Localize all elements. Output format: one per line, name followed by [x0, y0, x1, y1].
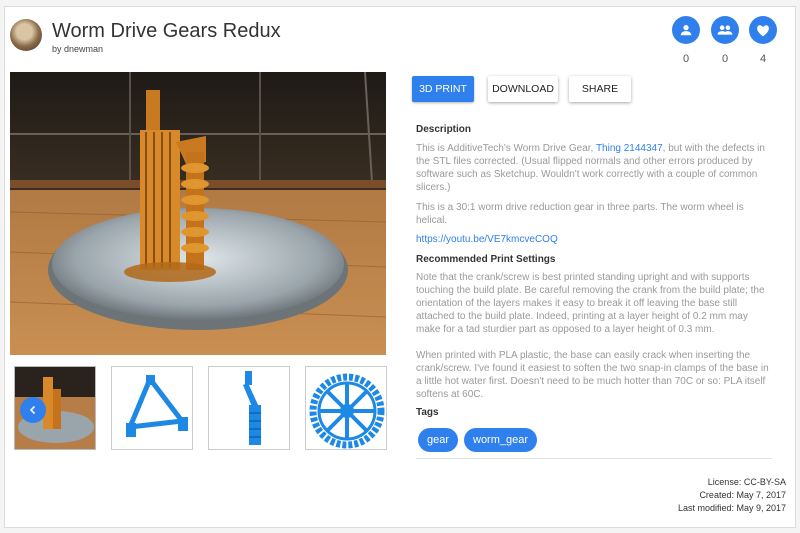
- heart-icon[interactable]: [749, 16, 777, 44]
- thing-link[interactable]: Thing 2144347: [596, 143, 663, 154]
- social-group: 0: [710, 16, 740, 65]
- like-count: 4: [759, 53, 767, 65]
- main-photo[interactable]: [10, 72, 386, 355]
- download-button[interactable]: DOWNLOAD: [488, 76, 558, 102]
- avatar[interactable]: [10, 19, 42, 51]
- thumbnail-base-model[interactable]: [111, 366, 193, 450]
- divider: [416, 458, 772, 459]
- print-settings-paragraph-2: When printed with PLA plastic, the base …: [416, 350, 769, 400]
- modified-date: Last modified: May 9, 2017: [677, 503, 786, 513]
- previous-image-button[interactable]: [20, 397, 46, 423]
- group-icon[interactable]: [711, 16, 739, 44]
- description-paragraph-1: This is AdditiveTech's Worm Drive Gear, …: [416, 142, 772, 194]
- author-byline[interactable]: by dnewman: [52, 44, 103, 54]
- 3d-print-button[interactable]: 3D PRINT: [412, 76, 474, 102]
- print-settings-paragraph-1: Note that the crank/screw is best printe…: [416, 272, 765, 335]
- tags-heading: Tags: [416, 407, 439, 418]
- person-count: 0: [682, 53, 690, 65]
- thumbnail-wheel-model[interactable]: [305, 366, 387, 450]
- thumbnail-crank-model[interactable]: [208, 366, 290, 450]
- license-text: License: CC-BY-SA: [707, 477, 786, 487]
- video-link[interactable]: https://youtu.be/VE7kmcveCOQ: [416, 233, 772, 246]
- social-person: 0: [671, 16, 701, 65]
- description-heading: Description: [416, 124, 472, 135]
- description-paragraph-2: This is a 30:1 worm drive reduction gear…: [416, 202, 744, 226]
- tag-gear[interactable]: gear: [418, 428, 459, 452]
- chevron-left-icon: [29, 405, 36, 415]
- created-date: Created: May 7, 2017: [699, 490, 786, 500]
- group-count: 0: [721, 53, 729, 65]
- page-title: Worm Drive Gears Redux: [52, 20, 281, 42]
- print-settings-heading: Recommended Print Settings: [416, 254, 556, 265]
- person-icon[interactable]: [672, 16, 700, 44]
- description-text: This is AdditiveTech's Worm Drive Gear,: [416, 143, 596, 154]
- social-like: 4: [748, 16, 778, 65]
- tag-worm-gear[interactable]: worm_gear: [464, 428, 538, 452]
- share-button[interactable]: SHARE: [569, 76, 631, 102]
